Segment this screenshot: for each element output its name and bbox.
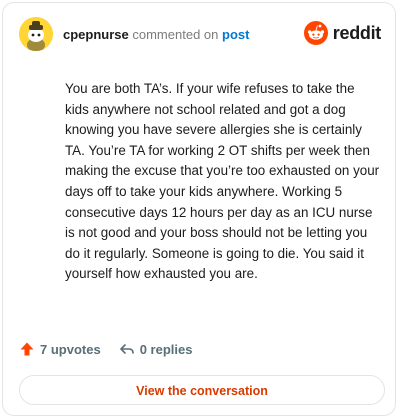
user-avatar[interactable]: [19, 17, 53, 51]
comment-actions: 7 upvotes 0 replies: [19, 341, 210, 357]
reply-button[interactable]: 0 replies: [119, 341, 193, 357]
comment-header: cpepnurse commented on post: [63, 27, 249, 42]
upvote-count: 7 upvotes: [40, 341, 101, 357]
reddit-wordmark: reddit: [332, 22, 382, 43]
comment-card: cpepnurse commented on post reddit You a…: [2, 2, 396, 416]
upvote-arrow-icon: [20, 342, 34, 356]
username-link[interactable]: cpepnurse: [63, 27, 129, 42]
post-link[interactable]: post: [222, 27, 249, 42]
reply-arrow-icon: [119, 344, 134, 354]
commented-on-label: commented on: [132, 27, 219, 42]
comment-body: You are both TA’s. If your wife refuses …: [65, 81, 380, 282]
reddit-brand[interactable]: reddit: [303, 21, 382, 45]
snoo-avatar-icon: [19, 17, 53, 51]
reply-count: 0 replies: [139, 341, 193, 357]
view-conversation-button[interactable]: View the conversation: [19, 375, 385, 405]
reddit-logo-icon: [303, 21, 328, 45]
upvote-button[interactable]: 7 upvotes: [19, 341, 101, 357]
